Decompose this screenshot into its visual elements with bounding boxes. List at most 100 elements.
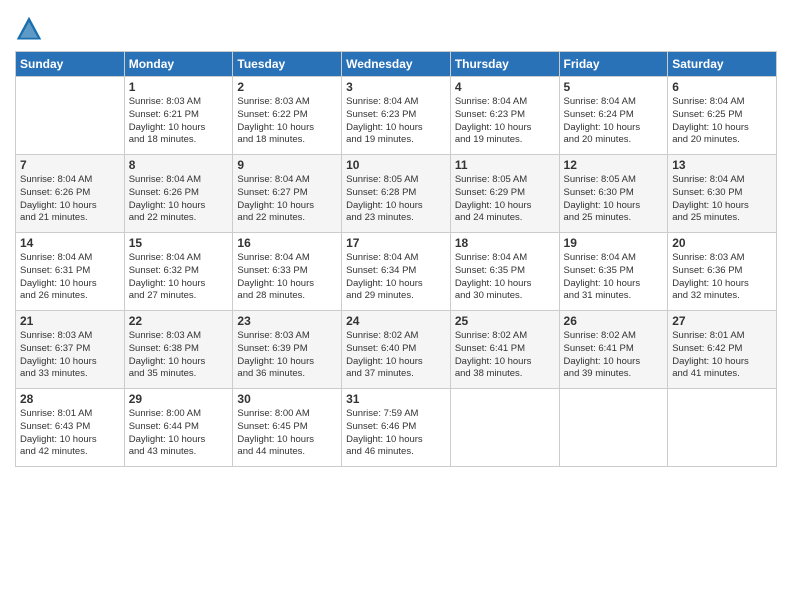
- day-number: 22: [129, 314, 229, 328]
- day-info: Sunrise: 8:04 AM Sunset: 6:27 PM Dayligh…: [237, 174, 337, 225]
- calendar-cell: [450, 389, 559, 467]
- calendar-cell: 17 Sunrise: 8:04 AM Sunset: 6:34 PM Dayli…: [342, 233, 451, 311]
- day-number: 4: [455, 80, 555, 94]
- day-info: Sunrise: 8:03 AM Sunset: 6:21 PM Dayligh…: [129, 96, 229, 147]
- logo-icon: [15, 15, 43, 43]
- day-info: Sunrise: 8:04 AM Sunset: 6:35 PM Dayligh…: [564, 252, 664, 303]
- calendar-cell: 7 Sunrise: 8:04 AM Sunset: 6:26 PM Daylig…: [16, 155, 125, 233]
- calendar-cell: 14 Sunrise: 8:04 AM Sunset: 6:31 PM Dayli…: [16, 233, 125, 311]
- day-number: 30: [237, 392, 337, 406]
- day-number: 12: [564, 158, 664, 172]
- day-info: Sunrise: 8:05 AM Sunset: 6:29 PM Dayligh…: [455, 174, 555, 225]
- day-number: 3: [346, 80, 446, 94]
- day-number: 6: [672, 80, 772, 94]
- page-container: SundayMondayTuesdayWednesdayThursdayFrid…: [0, 0, 792, 472]
- day-info: Sunrise: 8:01 AM Sunset: 6:43 PM Dayligh…: [20, 408, 120, 459]
- calendar-cell: 4 Sunrise: 8:04 AM Sunset: 6:23 PM Daylig…: [450, 77, 559, 155]
- header-row: SundayMondayTuesdayWednesdayThursdayFrid…: [16, 52, 777, 77]
- day-info: Sunrise: 8:04 AM Sunset: 6:32 PM Dayligh…: [129, 252, 229, 303]
- calendar-cell: 26 Sunrise: 8:02 AM Sunset: 6:41 PM Dayli…: [559, 311, 668, 389]
- calendar-cell: 24 Sunrise: 8:02 AM Sunset: 6:40 PM Dayli…: [342, 311, 451, 389]
- day-number: 13: [672, 158, 772, 172]
- day-info: Sunrise: 8:03 AM Sunset: 6:36 PM Dayligh…: [672, 252, 772, 303]
- calendar-cell: 3 Sunrise: 8:04 AM Sunset: 6:23 PM Daylig…: [342, 77, 451, 155]
- day-info: Sunrise: 8:02 AM Sunset: 6:40 PM Dayligh…: [346, 330, 446, 381]
- day-number: 5: [564, 80, 664, 94]
- day-info: Sunrise: 8:03 AM Sunset: 6:39 PM Dayligh…: [237, 330, 337, 381]
- day-number: 28: [20, 392, 120, 406]
- calendar-cell: 31Sunrise: 7:59 AM Sunset: 6:46 PM Dayli…: [342, 389, 451, 467]
- day-number: 19: [564, 236, 664, 250]
- calendar-table: SundayMondayTuesdayWednesdayThursdayFrid…: [15, 51, 777, 467]
- day-number: 16: [237, 236, 337, 250]
- calendar-cell: 29Sunrise: 8:00 AM Sunset: 6:44 PM Dayli…: [124, 389, 233, 467]
- day-number: 18: [455, 236, 555, 250]
- day-number: 20: [672, 236, 772, 250]
- calendar-cell: 25 Sunrise: 8:02 AM Sunset: 6:41 PM Dayli…: [450, 311, 559, 389]
- day-number: 1: [129, 80, 229, 94]
- calendar-cell: 13 Sunrise: 8:04 AM Sunset: 6:30 PM Dayli…: [668, 155, 777, 233]
- calendar-cell: 18Sunrise: 8:04 AM Sunset: 6:35 PM Dayli…: [450, 233, 559, 311]
- day-info: Sunrise: 8:00 AM Sunset: 6:45 PM Dayligh…: [237, 408, 337, 459]
- column-header-sunday: Sunday: [16, 52, 125, 77]
- header: [15, 10, 777, 43]
- day-number: 21: [20, 314, 120, 328]
- day-number: 8: [129, 158, 229, 172]
- day-number: 25: [455, 314, 555, 328]
- day-info: Sunrise: 8:05 AM Sunset: 6:28 PM Dayligh…: [346, 174, 446, 225]
- calendar-cell: [559, 389, 668, 467]
- calendar-cell: 20 Sunrise: 8:03 AM Sunset: 6:36 PM Dayli…: [668, 233, 777, 311]
- week-row-5: 28 Sunrise: 8:01 AM Sunset: 6:43 PM Dayli…: [16, 389, 777, 467]
- calendar-cell: 1 Sunrise: 8:03 AM Sunset: 6:21 PM Daylig…: [124, 77, 233, 155]
- day-info: Sunrise: 8:03 AM Sunset: 6:37 PM Dayligh…: [20, 330, 120, 381]
- column-header-thursday: Thursday: [450, 52, 559, 77]
- day-info: Sunrise: 8:04 AM Sunset: 6:23 PM Dayligh…: [455, 96, 555, 147]
- day-number: 24: [346, 314, 446, 328]
- calendar-cell: 28 Sunrise: 8:01 AM Sunset: 6:43 PM Dayli…: [16, 389, 125, 467]
- day-info: Sunrise: 8:05 AM Sunset: 6:30 PM Dayligh…: [564, 174, 664, 225]
- column-header-monday: Monday: [124, 52, 233, 77]
- day-info: Sunrise: 8:04 AM Sunset: 6:23 PM Dayligh…: [346, 96, 446, 147]
- day-info: Sunrise: 8:04 AM Sunset: 6:31 PM Dayligh…: [20, 252, 120, 303]
- calendar-cell: 10 Sunrise: 8:05 AM Sunset: 6:28 PM Dayli…: [342, 155, 451, 233]
- day-number: 11: [455, 158, 555, 172]
- calendar-header: SundayMondayTuesdayWednesdayThursdayFrid…: [16, 52, 777, 77]
- day-number: 7: [20, 158, 120, 172]
- week-row-1: 1 Sunrise: 8:03 AM Sunset: 6:21 PM Daylig…: [16, 77, 777, 155]
- day-number: 27: [672, 314, 772, 328]
- calendar-body: 1 Sunrise: 8:03 AM Sunset: 6:21 PM Daylig…: [16, 77, 777, 467]
- calendar-cell: 11 Sunrise: 8:05 AM Sunset: 6:29 PM Dayli…: [450, 155, 559, 233]
- column-header-wednesday: Wednesday: [342, 52, 451, 77]
- calendar-cell: 12 Sunrise: 8:05 AM Sunset: 6:30 PM Dayli…: [559, 155, 668, 233]
- day-info: Sunrise: 8:01 AM Sunset: 6:42 PM Dayligh…: [672, 330, 772, 381]
- day-info: Sunrise: 8:00 AM Sunset: 6:44 PM Dayligh…: [129, 408, 229, 459]
- week-row-2: 7 Sunrise: 8:04 AM Sunset: 6:26 PM Daylig…: [16, 155, 777, 233]
- day-info: Sunrise: 8:04 AM Sunset: 6:26 PM Dayligh…: [20, 174, 120, 225]
- calendar-cell: 5Sunrise: 8:04 AM Sunset: 6:24 PM Daylig…: [559, 77, 668, 155]
- day-info: Sunrise: 8:04 AM Sunset: 6:25 PM Dayligh…: [672, 96, 772, 147]
- day-info: Sunrise: 8:02 AM Sunset: 6:41 PM Dayligh…: [455, 330, 555, 381]
- calendar-cell: 9 Sunrise: 8:04 AM Sunset: 6:27 PM Daylig…: [233, 155, 342, 233]
- day-info: Sunrise: 8:04 AM Sunset: 6:34 PM Dayligh…: [346, 252, 446, 303]
- column-header-tuesday: Tuesday: [233, 52, 342, 77]
- day-info: Sunrise: 8:03 AM Sunset: 6:22 PM Dayligh…: [237, 96, 337, 147]
- calendar-cell: 16 Sunrise: 8:04 AM Sunset: 6:33 PM Dayli…: [233, 233, 342, 311]
- day-number: 2: [237, 80, 337, 94]
- day-number: 14: [20, 236, 120, 250]
- day-info: Sunrise: 8:04 AM Sunset: 6:33 PM Dayligh…: [237, 252, 337, 303]
- day-info: Sunrise: 8:04 AM Sunset: 6:30 PM Dayligh…: [672, 174, 772, 225]
- day-info: Sunrise: 8:02 AM Sunset: 6:41 PM Dayligh…: [564, 330, 664, 381]
- calendar-cell: 6 Sunrise: 8:04 AM Sunset: 6:25 PM Daylig…: [668, 77, 777, 155]
- week-row-3: 14 Sunrise: 8:04 AM Sunset: 6:31 PM Dayli…: [16, 233, 777, 311]
- day-info: Sunrise: 8:03 AM Sunset: 6:38 PM Dayligh…: [129, 330, 229, 381]
- calendar-cell: 27 Sunrise: 8:01 AM Sunset: 6:42 PM Dayli…: [668, 311, 777, 389]
- logo: [15, 15, 47, 43]
- week-row-4: 21 Sunrise: 8:03 AM Sunset: 6:37 PM Dayli…: [16, 311, 777, 389]
- calendar-cell: [16, 77, 125, 155]
- column-header-friday: Friday: [559, 52, 668, 77]
- day-number: 17: [346, 236, 446, 250]
- column-header-saturday: Saturday: [668, 52, 777, 77]
- day-number: 26: [564, 314, 664, 328]
- day-number: 10: [346, 158, 446, 172]
- day-number: 9: [237, 158, 337, 172]
